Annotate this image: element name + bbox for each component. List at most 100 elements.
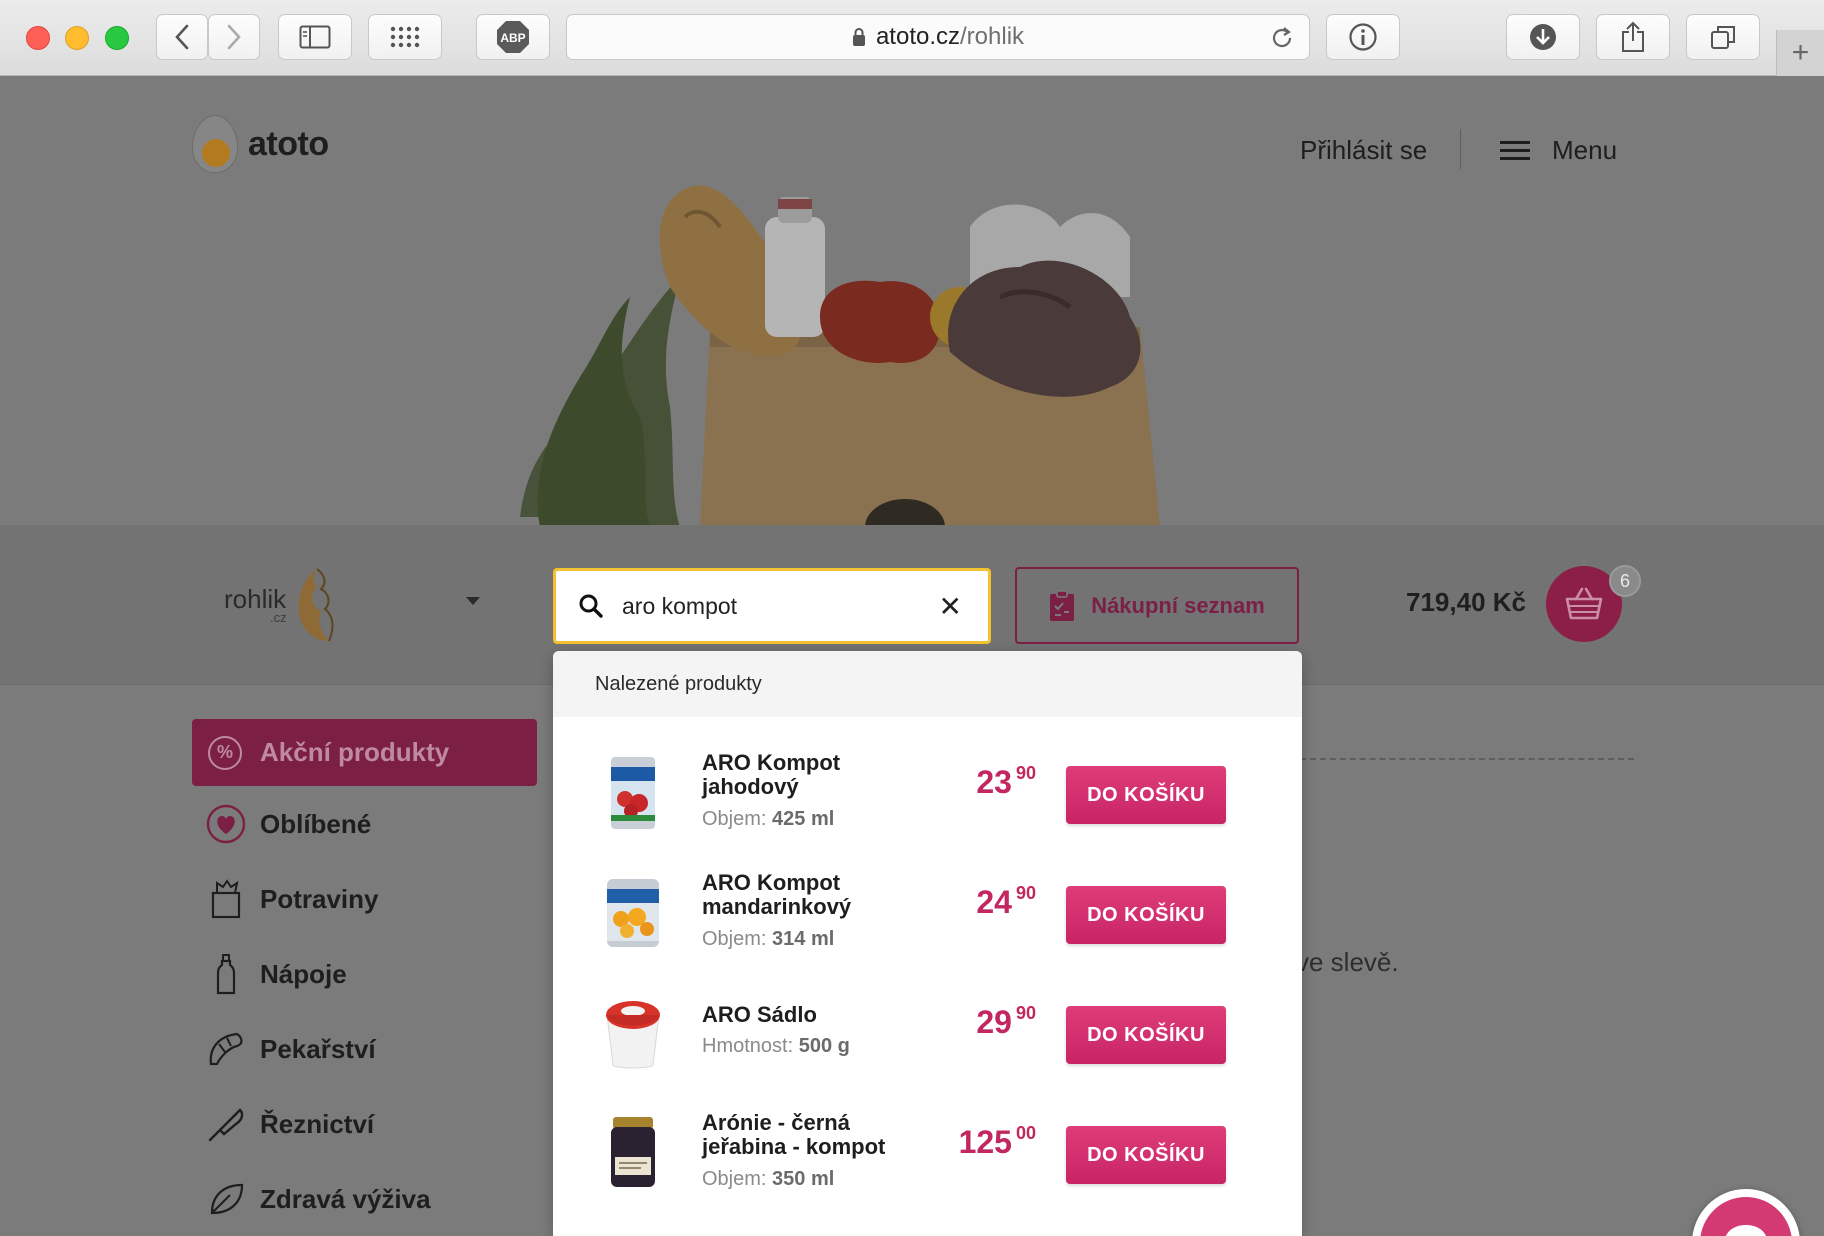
header-divider (1460, 129, 1461, 169)
page-info-button[interactable] (1326, 14, 1400, 60)
product-price: 23 90 (976, 763, 1036, 800)
cart-count-badge: 6 (1609, 565, 1641, 597)
new-tab-button[interactable]: + (1776, 30, 1824, 76)
product-name[interactable]: ARO Kompot mandarinkový (702, 871, 902, 919)
clear-search-icon[interactable]: ✕ (939, 593, 962, 621)
results-heading: Nalezené produkty (553, 651, 1302, 717)
product-weight: Hmotnost: 500 g (702, 1035, 850, 1057)
browser-toolbar: ABP atoto.cz/rohlik + (0, 0, 1824, 76)
sidebar-item-zdrava-vyziva[interactable]: Zdravá výživa (206, 1179, 431, 1219)
shopping-list-button[interactable]: Nákupní seznam (1015, 567, 1299, 644)
search-results-dropdown: Nalezené produkty ARO Kompot jahodový Ob… (553, 651, 1302, 1236)
sidebar-item-napoje[interactable]: Nápoje (206, 954, 347, 995)
search-box[interactable]: ✕ (553, 568, 991, 644)
product-volume: Objem: 425 ml (702, 808, 835, 830)
top-sites-button[interactable] (368, 14, 442, 60)
strawberry-compote-can-image (611, 757, 655, 829)
grocery-bag-icon (206, 879, 246, 919)
croissant-logo-icon (298, 568, 334, 642)
url-host: atoto.cz (875, 23, 960, 50)
shop-dropdown-caret-icon[interactable] (466, 597, 480, 605)
sidebar-item-akcni-produkty[interactable]: % Akční produkty (192, 719, 537, 786)
egg-logo-icon (192, 115, 238, 173)
chevron-left-icon (175, 24, 189, 50)
sidebar-item-label: Řeznictví (260, 1108, 375, 1139)
back-button[interactable] (156, 14, 208, 60)
product-name[interactable]: ARO Kompot jahodový (702, 751, 902, 799)
lock-icon (852, 28, 865, 46)
url-path: /rohlik (960, 23, 1025, 50)
svg-text:ABP: ABP (500, 31, 525, 45)
list-item[interactable]: ARO Kompot mandarinkový Objem: 314 ml 24… (553, 863, 1302, 983)
minimize-window-button[interactable] (65, 26, 89, 50)
chat-button[interactable] (1692, 1189, 1800, 1236)
shop-domain-suffix: .cz (270, 609, 287, 625)
cart-total: 719,40 Kč (1406, 587, 1526, 617)
sidebar-item-oblibene[interactable]: Oblíbené (206, 804, 371, 844)
zoom-window-button[interactable] (105, 26, 129, 50)
forward-button[interactable] (208, 14, 260, 60)
dashed-divider (1300, 758, 1634, 760)
bottle-icon (206, 954, 246, 995)
sidebar-item-label: Nápoje (260, 958, 347, 989)
list-item[interactable]: Arónie - černá jeřabina - kompot Objem: … (553, 1103, 1302, 1223)
info-icon (1349, 23, 1377, 51)
chat-bubble-icon (1726, 1225, 1766, 1236)
percent-icon: % (208, 735, 242, 770)
hamburger-icon (1500, 136, 1530, 165)
download-icon (1530, 24, 1556, 50)
share-button[interactable] (1596, 14, 1670, 60)
grid-icon (390, 26, 420, 48)
sidebar-item-label: Akční produkty (260, 737, 450, 767)
leaf-icon (206, 1179, 246, 1219)
downloads-button[interactable] (1506, 14, 1580, 60)
address-bar[interactable]: atoto.cz/rohlik (566, 14, 1310, 60)
sidebar-item-label: Oblíbené (260, 808, 372, 839)
product-price: 125 00 (958, 1123, 1036, 1160)
tabs-overview-button[interactable] (1686, 14, 1760, 60)
shop-name: rohlik (224, 583, 287, 614)
grocery-bag-hero-image (520, 185, 1160, 527)
add-to-cart-button[interactable]: DO KOŠÍKU (1066, 766, 1226, 824)
sidebar-icon (299, 25, 331, 49)
menu-button[interactable]: Menu (1500, 135, 1617, 166)
close-window-button[interactable] (26, 26, 50, 50)
product-name[interactable]: ARO Sádlo (702, 1003, 902, 1027)
shopping-list-label: Nákupní seznam (1091, 592, 1265, 618)
product-price: 24 90 (976, 883, 1036, 920)
add-to-cart-button[interactable]: DO KOŠÍKU (1066, 1006, 1226, 1064)
sidebar-item-label: Potraviny (260, 883, 379, 914)
knife-icon (206, 1104, 246, 1144)
sidebar-item-reznictvi[interactable]: Řeznictví (206, 1104, 374, 1144)
sidebar-item-potraviny[interactable]: Potraviny (206, 879, 379, 919)
basket-icon (1565, 587, 1603, 620)
reload-icon[interactable] (1269, 25, 1295, 51)
chevron-right-icon (227, 24, 241, 50)
atoto-logo[interactable]: atoto (192, 115, 329, 173)
search-input[interactable] (622, 592, 912, 620)
add-to-cart-button[interactable]: DO KOŠÍKU (1066, 1126, 1226, 1184)
search-icon (579, 594, 603, 618)
product-price: 29 90 (976, 1003, 1036, 1040)
page-content: atoto Přihlásit se Menu rohlik .cz aro k… (0, 77, 1824, 1236)
share-icon (1622, 21, 1644, 52)
adblock-icon: ABP (497, 21, 529, 53)
promo-text: ve slevě. (1296, 947, 1399, 977)
logo-text: atoto (248, 124, 329, 163)
adblock-button[interactable]: ABP (476, 14, 550, 60)
menu-label: Menu (1552, 135, 1618, 165)
sidebar-toggle-button[interactable] (278, 14, 352, 60)
list-item[interactable]: ARO Sádlo Hmotnost: 500 g 29 90 DO KOŠÍKU (553, 983, 1302, 1103)
heart-icon (206, 804, 246, 844)
sidebar-item-pekarstvi[interactable]: Pekařství (206, 1029, 376, 1069)
product-name[interactable]: Arónie - černá jeřabina - kompot (702, 1111, 902, 1159)
shop-selector[interactable]: rohlik .cz (224, 567, 341, 643)
clipboard-check-icon (1050, 589, 1075, 621)
login-link[interactable]: Přihlásit se (1300, 135, 1427, 166)
sidebar-item-label: Pekařství (260, 1033, 376, 1064)
aronia-compote-jar-image (611, 1117, 655, 1187)
list-item[interactable]: ARO Kompot jahodový Objem: 425 ml 23 90 D… (553, 743, 1302, 863)
mandarin-compote-can-image (607, 879, 659, 947)
lard-tub-image (606, 1001, 660, 1069)
add-to-cart-button[interactable]: DO KOŠÍKU (1066, 886, 1226, 944)
